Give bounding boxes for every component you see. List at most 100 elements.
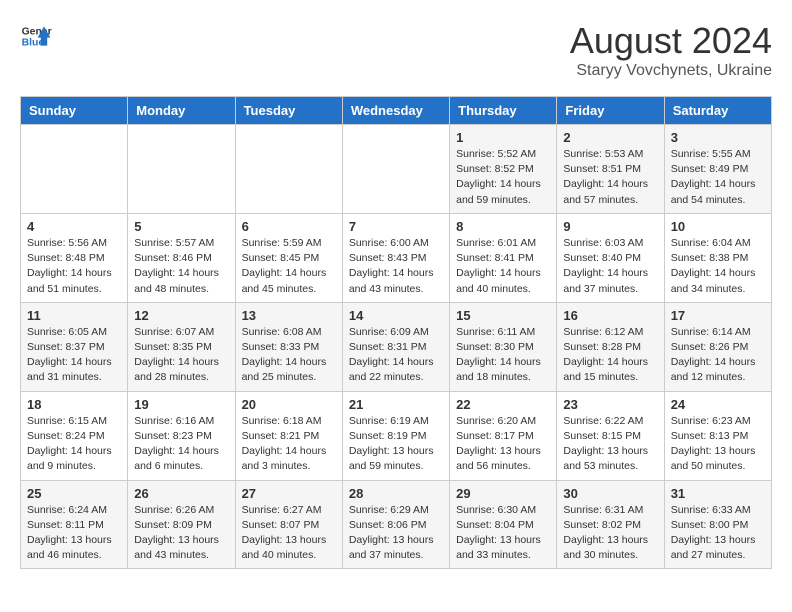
- calendar-cell: 7 Sunrise: 6:00 AM Sunset: 8:43 PM Daylig…: [342, 213, 449, 302]
- weekday-header-cell: Wednesday: [342, 97, 449, 125]
- month-title: August 2024: [570, 20, 772, 62]
- day-info: Sunrise: 6:01 AM Sunset: 8:41 PM Dayligh…: [456, 236, 550, 297]
- day-info: Sunrise: 6:23 AM Sunset: 8:13 PM Dayligh…: [671, 414, 765, 475]
- day-number: 22: [456, 397, 550, 412]
- day-info: Sunrise: 5:59 AM Sunset: 8:45 PM Dayligh…: [242, 236, 336, 297]
- day-number: 11: [27, 308, 121, 323]
- day-info: Sunrise: 5:55 AM Sunset: 8:49 PM Dayligh…: [671, 147, 765, 208]
- day-info: Sunrise: 6:11 AM Sunset: 8:30 PM Dayligh…: [456, 325, 550, 386]
- logo: General Blue: [20, 20, 52, 52]
- calendar-cell: [342, 125, 449, 214]
- calendar-cell: 21Sunrise: 6:19 AM Sunset: 8:19 PM Dayli…: [342, 391, 449, 480]
- day-info: Sunrise: 6:07 AM Sunset: 8:35 PM Dayligh…: [134, 325, 228, 386]
- day-info: Sunrise: 5:52 AM Sunset: 8:52 PM Dayligh…: [456, 147, 550, 208]
- day-info: Sunrise: 6:22 AM Sunset: 8:15 PM Dayligh…: [563, 414, 657, 475]
- day-number: 26: [134, 486, 228, 501]
- day-info: Sunrise: 6:27 AM Sunset: 8:07 PM Dayligh…: [242, 503, 336, 564]
- calendar-cell: 17 Sunrise: 6:14 AM Sunset: 8:26 PM Dayli…: [664, 302, 771, 391]
- day-number: 25: [27, 486, 121, 501]
- day-number: 9: [563, 219, 657, 234]
- logo-icon: General Blue: [20, 20, 52, 52]
- day-info: Sunrise: 6:16 AM Sunset: 8:23 PM Dayligh…: [134, 414, 228, 475]
- calendar-table: SundayMondayTuesdayWednesdayThursdayFrid…: [20, 96, 772, 569]
- calendar-cell: 26 Sunrise: 6:26 AM Sunset: 8:09 PM Dayli…: [128, 480, 235, 569]
- calendar-cell: 3 Sunrise: 5:55 AM Sunset: 8:49 PM Daylig…: [664, 125, 771, 214]
- calendar-week-row: 11 Sunrise: 6:05 AM Sunset: 8:37 PM Dayli…: [21, 302, 772, 391]
- weekday-header-cell: Friday: [557, 97, 664, 125]
- day-info: Sunrise: 6:29 AM Sunset: 8:06 PM Dayligh…: [349, 503, 443, 564]
- day-info: Sunrise: 6:30 AM Sunset: 8:04 PM Dayligh…: [456, 503, 550, 564]
- day-info: Sunrise: 5:56 AM Sunset: 8:48 PM Dayligh…: [27, 236, 121, 297]
- day-info: Sunrise: 6:09 AM Sunset: 8:31 PM Dayligh…: [349, 325, 443, 386]
- day-info: Sunrise: 6:19 AM Sunset: 8:19 PM Dayligh…: [349, 414, 443, 475]
- day-info: Sunrise: 5:57 AM Sunset: 8:46 PM Dayligh…: [134, 236, 228, 297]
- day-number: 24: [671, 397, 765, 412]
- day-number: 6: [242, 219, 336, 234]
- calendar-week-row: 18 Sunrise: 6:15 AM Sunset: 8:24 PM Dayli…: [21, 391, 772, 480]
- calendar-cell: 9Sunrise: 6:03 AM Sunset: 8:40 PM Daylig…: [557, 213, 664, 302]
- day-number: 1: [456, 130, 550, 145]
- calendar-cell: 6 Sunrise: 5:59 AM Sunset: 8:45 PM Daylig…: [235, 213, 342, 302]
- day-number: 17: [671, 308, 765, 323]
- calendar-cell: 2 Sunrise: 5:53 AM Sunset: 8:51 PM Daylig…: [557, 125, 664, 214]
- calendar-cell: 1 Sunrise: 5:52 AM Sunset: 8:52 PM Daylig…: [450, 125, 557, 214]
- location-title: Staryy Vovchynets, Ukraine: [570, 62, 772, 80]
- day-number: 30: [563, 486, 657, 501]
- calendar-cell: 14 Sunrise: 6:09 AM Sunset: 8:31 PM Dayli…: [342, 302, 449, 391]
- calendar-week-row: 4 Sunrise: 5:56 AM Sunset: 8:48 PM Daylig…: [21, 213, 772, 302]
- calendar-cell: [21, 125, 128, 214]
- calendar-cell: 31Sunrise: 6:33 AM Sunset: 8:00 PM Dayli…: [664, 480, 771, 569]
- calendar-cell: 10Sunrise: 6:04 AM Sunset: 8:38 PM Dayli…: [664, 213, 771, 302]
- day-info: Sunrise: 6:20 AM Sunset: 8:17 PM Dayligh…: [456, 414, 550, 475]
- calendar-cell: 8 Sunrise: 6:01 AM Sunset: 8:41 PM Daylig…: [450, 213, 557, 302]
- calendar-cell: 25Sunrise: 6:24 AM Sunset: 8:11 PM Dayli…: [21, 480, 128, 569]
- calendar-week-row: 1 Sunrise: 5:52 AM Sunset: 8:52 PM Daylig…: [21, 125, 772, 214]
- day-info: Sunrise: 6:00 AM Sunset: 8:43 PM Dayligh…: [349, 236, 443, 297]
- weekday-header-row: SundayMondayTuesdayWednesdayThursdayFrid…: [21, 97, 772, 125]
- calendar-cell: 11 Sunrise: 6:05 AM Sunset: 8:37 PM Dayli…: [21, 302, 128, 391]
- day-info: Sunrise: 6:15 AM Sunset: 8:24 PM Dayligh…: [27, 414, 121, 475]
- calendar-cell: 4 Sunrise: 5:56 AM Sunset: 8:48 PM Daylig…: [21, 213, 128, 302]
- day-info: Sunrise: 6:05 AM Sunset: 8:37 PM Dayligh…: [27, 325, 121, 386]
- calendar-cell: 13 Sunrise: 6:08 AM Sunset: 8:33 PM Dayli…: [235, 302, 342, 391]
- day-info: Sunrise: 6:26 AM Sunset: 8:09 PM Dayligh…: [134, 503, 228, 564]
- header: General Blue August 2024 Staryy Vovchyne…: [20, 20, 772, 80]
- weekday-header-cell: Sunday: [21, 97, 128, 125]
- calendar-cell: 27 Sunrise: 6:27 AM Sunset: 8:07 PM Dayli…: [235, 480, 342, 569]
- day-number: 18: [27, 397, 121, 412]
- calendar-cell: 29Sunrise: 6:30 AM Sunset: 8:04 PM Dayli…: [450, 480, 557, 569]
- calendar-cell: 22 Sunrise: 6:20 AM Sunset: 8:17 PM Dayli…: [450, 391, 557, 480]
- weekday-header-cell: Saturday: [664, 97, 771, 125]
- day-number: 20: [242, 397, 336, 412]
- day-info: Sunrise: 6:08 AM Sunset: 8:33 PM Dayligh…: [242, 325, 336, 386]
- day-number: 2: [563, 130, 657, 145]
- calendar-cell: 20Sunrise: 6:18 AM Sunset: 8:21 PM Dayli…: [235, 391, 342, 480]
- day-info: Sunrise: 6:31 AM Sunset: 8:02 PM Dayligh…: [563, 503, 657, 564]
- day-number: 31: [671, 486, 765, 501]
- day-number: 27: [242, 486, 336, 501]
- calendar-cell: 15 Sunrise: 6:11 AM Sunset: 8:30 PM Dayli…: [450, 302, 557, 391]
- day-number: 28: [349, 486, 443, 501]
- weekday-header-cell: Thursday: [450, 97, 557, 125]
- title-area: August 2024 Staryy Vovchynets, Ukraine: [570, 20, 772, 80]
- day-info: Sunrise: 5:53 AM Sunset: 8:51 PM Dayligh…: [563, 147, 657, 208]
- day-number: 14: [349, 308, 443, 323]
- day-number: 5: [134, 219, 228, 234]
- day-info: Sunrise: 6:14 AM Sunset: 8:26 PM Dayligh…: [671, 325, 765, 386]
- day-number: 12: [134, 308, 228, 323]
- day-number: 13: [242, 308, 336, 323]
- day-number: 23: [563, 397, 657, 412]
- calendar-cell: 16Sunrise: 6:12 AM Sunset: 8:28 PM Dayli…: [557, 302, 664, 391]
- day-number: 7: [349, 219, 443, 234]
- calendar-cell: 24 Sunrise: 6:23 AM Sunset: 8:13 PM Dayli…: [664, 391, 771, 480]
- calendar-cell: 5 Sunrise: 5:57 AM Sunset: 8:46 PM Daylig…: [128, 213, 235, 302]
- day-number: 19: [134, 397, 228, 412]
- calendar-cell: [128, 125, 235, 214]
- day-number: 3: [671, 130, 765, 145]
- day-number: 15: [456, 308, 550, 323]
- weekday-header-cell: Tuesday: [235, 97, 342, 125]
- calendar-week-row: 25Sunrise: 6:24 AM Sunset: 8:11 PM Dayli…: [21, 480, 772, 569]
- day-number: 4: [27, 219, 121, 234]
- calendar-body: 1 Sunrise: 5:52 AM Sunset: 8:52 PM Daylig…: [21, 125, 772, 569]
- day-number: 8: [456, 219, 550, 234]
